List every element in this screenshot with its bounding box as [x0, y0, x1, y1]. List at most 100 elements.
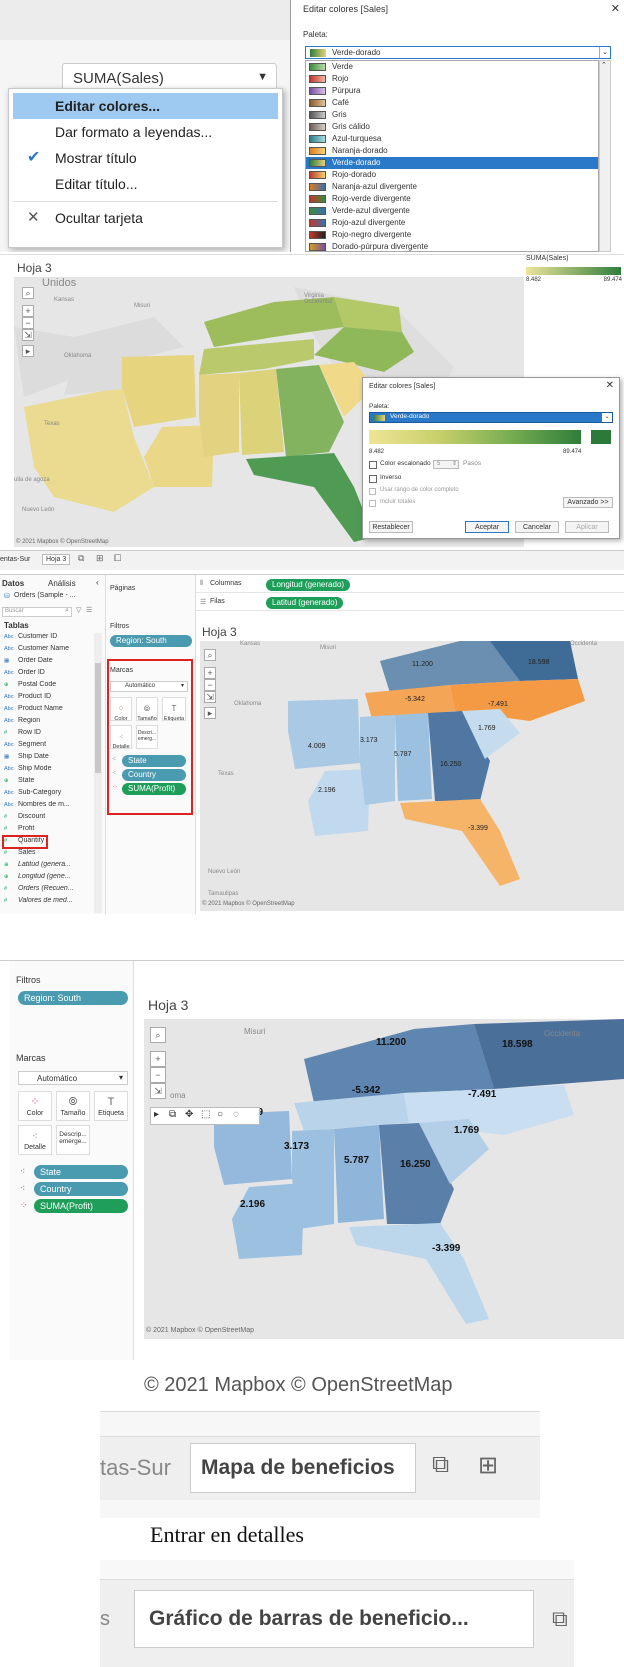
lasso-select-icon[interactable]: ◌ [233, 1109, 239, 1120]
measure-field[interactable]: SUMA(Sales) ▼ [62, 63, 277, 91]
menu-item-edit-title[interactable]: Editar título... [13, 171, 278, 197]
tooltip-button[interactable]: Descri... emerg... [136, 725, 158, 749]
full-range-checkbox[interactable] [369, 488, 376, 495]
pin-icon[interactable]: ⇲ [204, 691, 216, 703]
zoom-in-icon[interactable]: + [204, 667, 216, 679]
menu-item-show-title[interactable]: ✔ Mostrar título [13, 145, 278, 171]
expand-icon[interactable]: ▸ [204, 707, 216, 719]
new-story-icon[interactable]: ⧠ [114, 553, 121, 564]
radial-select-icon[interactable]: ○ [217, 1109, 223, 1120]
palette-option[interactable]: Verde-azul divergente [306, 205, 598, 217]
reset-button[interactable]: Restablecer [369, 521, 413, 533]
ok-button[interactable]: Aceptar [465, 521, 509, 533]
search-input[interactable]: Buscar ⌕ [2, 607, 72, 617]
chevron-down-icon[interactable]: ⌄ [602, 413, 612, 422]
scrollbar[interactable]: ⌃ [599, 60, 611, 252]
tooltip-button[interactable]: Descrip... emerge... [56, 1125, 90, 1155]
field-item[interactable]: Abc Customer Name [4, 645, 92, 657]
cancel-button[interactable]: Cancelar [515, 521, 559, 533]
view-options-icon[interactable]: ☰ [86, 606, 92, 614]
dropdown-arrow-icon[interactable]: ▼ [257, 71, 268, 83]
mark-pill-profit[interactable]: SUMA(Profit) [34, 1199, 128, 1213]
tab-hoja3[interactable]: Hoja 3 [42, 554, 71, 565]
zoom-in-icon[interactable]: + [150, 1051, 166, 1067]
stepped-checkbox[interactable] [369, 461, 377, 469]
field-item[interactable]: Abc Ship Mode [4, 765, 92, 777]
field-item[interactable]: Abc Product ID [4, 693, 92, 705]
end-color-swatch[interactable] [591, 430, 611, 444]
search-icon[interactable]: ⌕ [150, 1027, 166, 1043]
tab-previous[interactable]: s [100, 1608, 110, 1631]
advanced-button[interactable]: Avanzado >> [563, 497, 613, 508]
color-gradient-preview[interactable] [369, 430, 581, 444]
detail-button[interactable]: ⁖ Detalle [18, 1125, 52, 1155]
palette-option[interactable]: Dorado-púrpura divergente [306, 241, 598, 251]
search-icon[interactable]: ⌕ [22, 287, 34, 299]
filter-pill-region[interactable]: Region: South [18, 991, 128, 1005]
rect-select-icon[interactable]: ⬚ [201, 1109, 210, 1120]
detail-button[interactable]: ⁖ Detalle [110, 725, 132, 750]
new-sheet-icon[interactable]: ⧉ [432, 1451, 449, 1479]
palette-option[interactable]: Rojo [306, 73, 598, 85]
field-item[interactable]: ⊕ Longitud (gene... [4, 873, 92, 885]
zoom-out-icon[interactable]: − [150, 1067, 166, 1083]
field-item[interactable]: Abc Order ID [4, 669, 92, 681]
color-button[interactable]: ⁘ Color [18, 1091, 52, 1121]
label-button[interactable]: T Etiqueta [94, 1091, 128, 1121]
close-icon[interactable]: ✕ [611, 2, 620, 15]
apply-button[interactable]: Aplicar [565, 521, 609, 533]
field-item[interactable]: ⊕ Postal Code [4, 681, 92, 693]
tab-mapa-beneficios[interactable]: Mapa de beneficios [190, 1443, 416, 1493]
new-sheet-icon[interactable]: ⧉ [78, 553, 84, 564]
size-button[interactable]: ⦾ Tamaño [56, 1091, 90, 1121]
steps-input[interactable]: 5 ⇕ [433, 460, 459, 469]
tab-ventas-sur[interactable]: entas-Sur [0, 556, 30, 563]
field-item[interactable]: Abc Region [4, 717, 92, 729]
field-item[interactable]: # Discount [4, 813, 92, 825]
palette-option[interactable]: Verde [306, 61, 598, 73]
menu-item-edit-colors[interactable]: Editar colores... [13, 93, 278, 119]
field-item[interactable]: Abc Customer ID [4, 633, 92, 645]
tab-ventas-sur[interactable]: tas-Sur [100, 1455, 171, 1481]
color-button[interactable]: ⁘ Color [110, 697, 132, 722]
menu-item-hide-card[interactable]: ✕ Ocultar tarjeta [13, 205, 278, 231]
field-item[interactable]: # Row ID [4, 729, 92, 741]
mark-pill-state[interactable]: State [122, 755, 186, 767]
mark-type-select[interactable]: Automático ▾ [110, 681, 188, 692]
pin-icon[interactable]: ⇲ [22, 329, 34, 341]
new-sheet-icon[interactable]: ⧉ [552, 1606, 568, 1632]
palette-option[interactable]: Verde-dorado [306, 157, 598, 169]
palette-option[interactable]: Rojo-azul divergente [306, 217, 598, 229]
size-button[interactable]: ⦾ Tamaño [136, 697, 158, 722]
new-dashboard-icon[interactable]: ⊞ [478, 1451, 498, 1480]
expand-icon[interactable]: ▸ [22, 345, 34, 357]
include-totals-checkbox[interactable] [369, 500, 376, 507]
filter-pill-region[interactable]: Region: South [110, 635, 192, 647]
palette-select[interactable]: Verde-dorado ⌄ [369, 412, 613, 423]
pan-icon[interactable]: ✥ [185, 1109, 193, 1120]
rows-pill[interactable]: Latitud (generado) [266, 597, 344, 609]
field-item[interactable]: Abc Sub-Category [4, 789, 92, 801]
search-icon[interactable]: ⌕ [204, 649, 216, 661]
close-icon[interactable]: ✕ [606, 380, 614, 391]
palette-option[interactable]: Azul-turquesa [306, 133, 598, 145]
palette-select[interactable]: Verde-dorado ⌄ [305, 46, 611, 59]
field-item[interactable]: ▦ Ship Date [4, 753, 92, 765]
zoom-out-icon[interactable]: − [204, 679, 216, 691]
tab-grafico-barras[interactable]: Gráfico de barras de beneficio... [134, 1590, 534, 1648]
field-item[interactable]: ⊕ State [4, 777, 92, 789]
menu-item-format-legends[interactable]: Dar formato a leyendas... [13, 119, 278, 145]
palette-option[interactable]: Gris cálido [306, 121, 598, 133]
collapse-icon[interactable]: ‹ [96, 578, 99, 587]
tab-datos[interactable]: Datos [2, 579, 24, 588]
mark-pill-state[interactable]: State [34, 1165, 128, 1179]
field-item[interactable]: Abc Segment [4, 741, 92, 753]
mark-type-select[interactable]: Automático ▾ [18, 1071, 128, 1085]
field-scrollbar[interactable] [94, 633, 102, 913]
field-item[interactable]: Abc Nombres de m... [4, 801, 92, 813]
inverse-checkbox[interactable] [369, 475, 377, 483]
field-item[interactable]: # Valores de med... [4, 897, 92, 909]
mark-pill-profit[interactable]: SUMA(Profit) [122, 783, 186, 795]
palette-option[interactable]: Púrpura [306, 85, 598, 97]
field-item[interactable]: # Orders (Recuen... [4, 885, 92, 897]
